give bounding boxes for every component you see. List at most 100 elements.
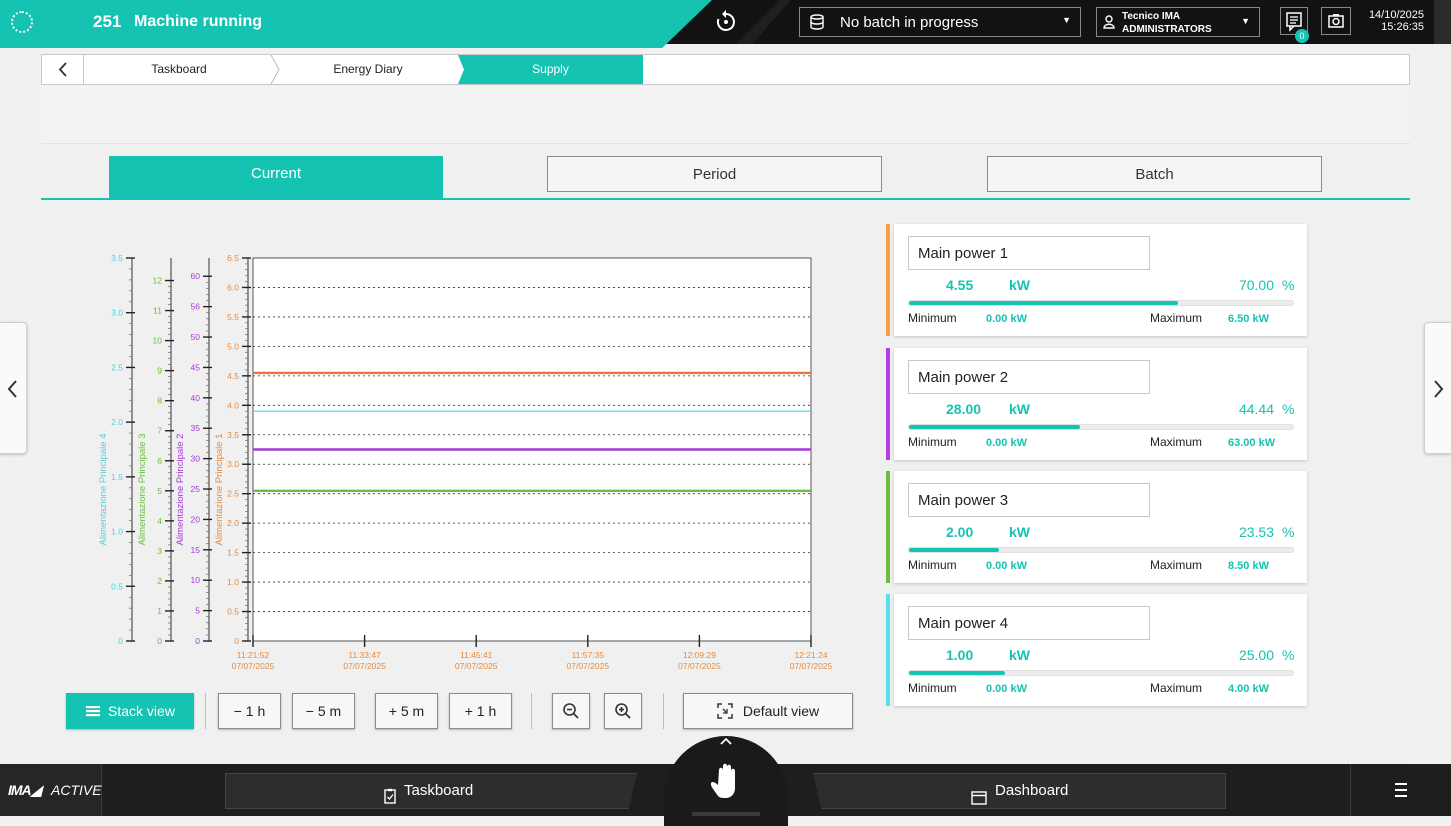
stack-icon [86, 706, 101, 717]
y-tick-label: 11 [153, 306, 162, 316]
logo-active-text: ACTIVE [51, 782, 102, 798]
maximum-label: Maximum [1150, 311, 1203, 325]
power-card: Main power 4 1.00 kW 25.00% Minimum 0.00 kW Ma… [886, 594, 1307, 706]
hand-icon [710, 737, 735, 798]
minimum-value: 0.00 kW [986, 313, 1027, 325]
power-name: Main power 3 [908, 483, 1150, 517]
y-tick-label: 2.5 [111, 362, 123, 372]
dashboard-nav-button[interactable]: Dashboard [813, 773, 1226, 809]
tab-current[interactable]: Current [109, 156, 443, 199]
stack-view-button[interactable]: Stack view [66, 693, 194, 729]
breadcrumb-taskboard[interactable]: Taskboard [84, 55, 274, 84]
chevron-left-icon [58, 62, 67, 77]
batch-label: No batch in progress [840, 14, 979, 31]
power-progress-fill [909, 301, 1178, 305]
power-color-stripe [886, 471, 890, 583]
y-tick-label: 15 [191, 545, 201, 555]
tab-period[interactable]: Period [547, 156, 882, 192]
dashboard-nav-label: Dashboard [995, 782, 1069, 799]
y-tick-label: 7 [157, 426, 162, 436]
back-button[interactable] [42, 55, 84, 84]
power-percent: 25.00 [1238, 647, 1274, 663]
status-code: 251 [93, 12, 122, 31]
y-tick-label: 9 [157, 366, 162, 376]
y-tick-label: 0 [195, 636, 200, 646]
taskboard-nav-button[interactable]: Taskboard [225, 773, 637, 809]
breadcrumb-supply[interactable]: Supply [458, 55, 643, 84]
minimum-label: Minimum [908, 311, 957, 325]
plus-1h-button[interactable]: + 1 h [449, 693, 512, 729]
x-tick-date: 07/07/2025 [678, 661, 721, 671]
maximum-label: Maximum [1150, 558, 1203, 572]
power-chart[interactable]: 0 0.5 1.0 1.5 2.0 2.5 3.0 3.5 4.0 4.5 5.0 5.5 6.0 6.5… [90, 248, 850, 676]
minimum-label: Minimum [908, 558, 957, 572]
power-percent-sign: % [1282, 524, 1295, 540]
x-tick-date: 07/07/2025 [343, 661, 386, 671]
y-tick-label: 6 [157, 456, 162, 466]
y-tick-label: 1.5 [111, 472, 123, 482]
zoom-out-button[interactable] [552, 693, 590, 729]
power-color-stripe [886, 348, 890, 460]
message-count-badge: 0 [1295, 29, 1309, 43]
power-value: 1.00 [946, 647, 974, 663]
y-tick-label: 50 [191, 332, 201, 342]
minus-1h-button[interactable]: − 1 h [218, 693, 281, 729]
power-percent: 44.44 [1238, 401, 1274, 417]
batch-selector[interactable]: No batch in progress ▼ [799, 7, 1081, 37]
tab-batch[interactable]: Batch [987, 156, 1322, 192]
breadcrumb-energy-diary[interactable]: Energy Diary [274, 55, 462, 84]
screenshot-button[interactable] [1321, 7, 1351, 35]
minimum-value: 0.00 kW [986, 437, 1027, 449]
x-tick-time: 11:45:41 [460, 650, 493, 660]
fit-view-icon [717, 703, 733, 719]
database-icon [809, 14, 825, 35]
top-bar-edge [1434, 0, 1451, 44]
power-card-body: Main power 1 4.55 kW 70.00% Minimum 0.00 kW Ma… [894, 224, 1307, 336]
minus-5m-button[interactable]: − 5 m [292, 693, 355, 729]
plus-5m-button[interactable]: + 5 m [375, 693, 438, 729]
control-separator [663, 693, 664, 729]
power-value: 4.55 [946, 277, 974, 293]
y-tick-label: 2.0 [227, 518, 239, 528]
power-progress-track [908, 300, 1294, 306]
taskboard-nav-label: Taskboard [404, 782, 474, 799]
y-tick-label: 0 [234, 636, 239, 646]
next-page-button[interactable] [1424, 322, 1451, 454]
power-progress-fill [909, 671, 1005, 675]
refresh-icon[interactable] [712, 8, 740, 36]
loading-spinner-icon [11, 11, 33, 33]
power-progress-track [908, 424, 1294, 430]
previous-page-button[interactable] [0, 322, 27, 454]
y-tick-label: 6.0 [227, 282, 239, 292]
dropdown-caret-icon: ▼ [1062, 15, 1071, 25]
power-progress-track [908, 547, 1294, 553]
zoom-in-button[interactable] [604, 693, 642, 729]
zoom-in-icon [615, 703, 631, 719]
maximum-label: Maximum [1150, 435, 1203, 449]
y-tick-label: 0 [157, 636, 162, 646]
power-color-stripe [886, 594, 890, 706]
power-percent: 70.00 [1238, 277, 1274, 293]
x-tick-date: 07/07/2025 [455, 661, 498, 671]
y-tick-label: 5 [157, 486, 162, 496]
y-tick-label: 2.0 [111, 417, 123, 427]
y-tick-label: 0.5 [111, 581, 123, 591]
y-tick-label: 1.0 [227, 577, 239, 587]
datetime: 14/10/2025 15:26:35 [1362, 9, 1424, 33]
control-separator [531, 693, 532, 729]
user-icon [1103, 15, 1115, 34]
user-selector[interactable]: Tecnico IMA ADMINISTRATORS ▼ [1096, 7, 1260, 37]
default-view-button[interactable]: Default view [683, 693, 853, 729]
y-tick-label: 3.0 [111, 308, 123, 318]
y-tick-label: 1 [157, 606, 162, 616]
y-tick-label: 4.5 [227, 371, 239, 381]
y-tick-label: 25 [191, 484, 201, 494]
power-unit: kW [1009, 277, 1030, 293]
power-percent-sign: % [1282, 401, 1295, 417]
power-name: Main power 1 [908, 236, 1150, 270]
y-tick-label: 40 [191, 393, 201, 403]
power-card: Main power 1 4.55 kW 70.00% Minimum 0.00 kW Ma… [886, 224, 1307, 336]
power-progress-fill [909, 425, 1080, 429]
y-tick-label: 30 [191, 454, 201, 464]
hamburger-menu-button[interactable] [1350, 764, 1451, 816]
